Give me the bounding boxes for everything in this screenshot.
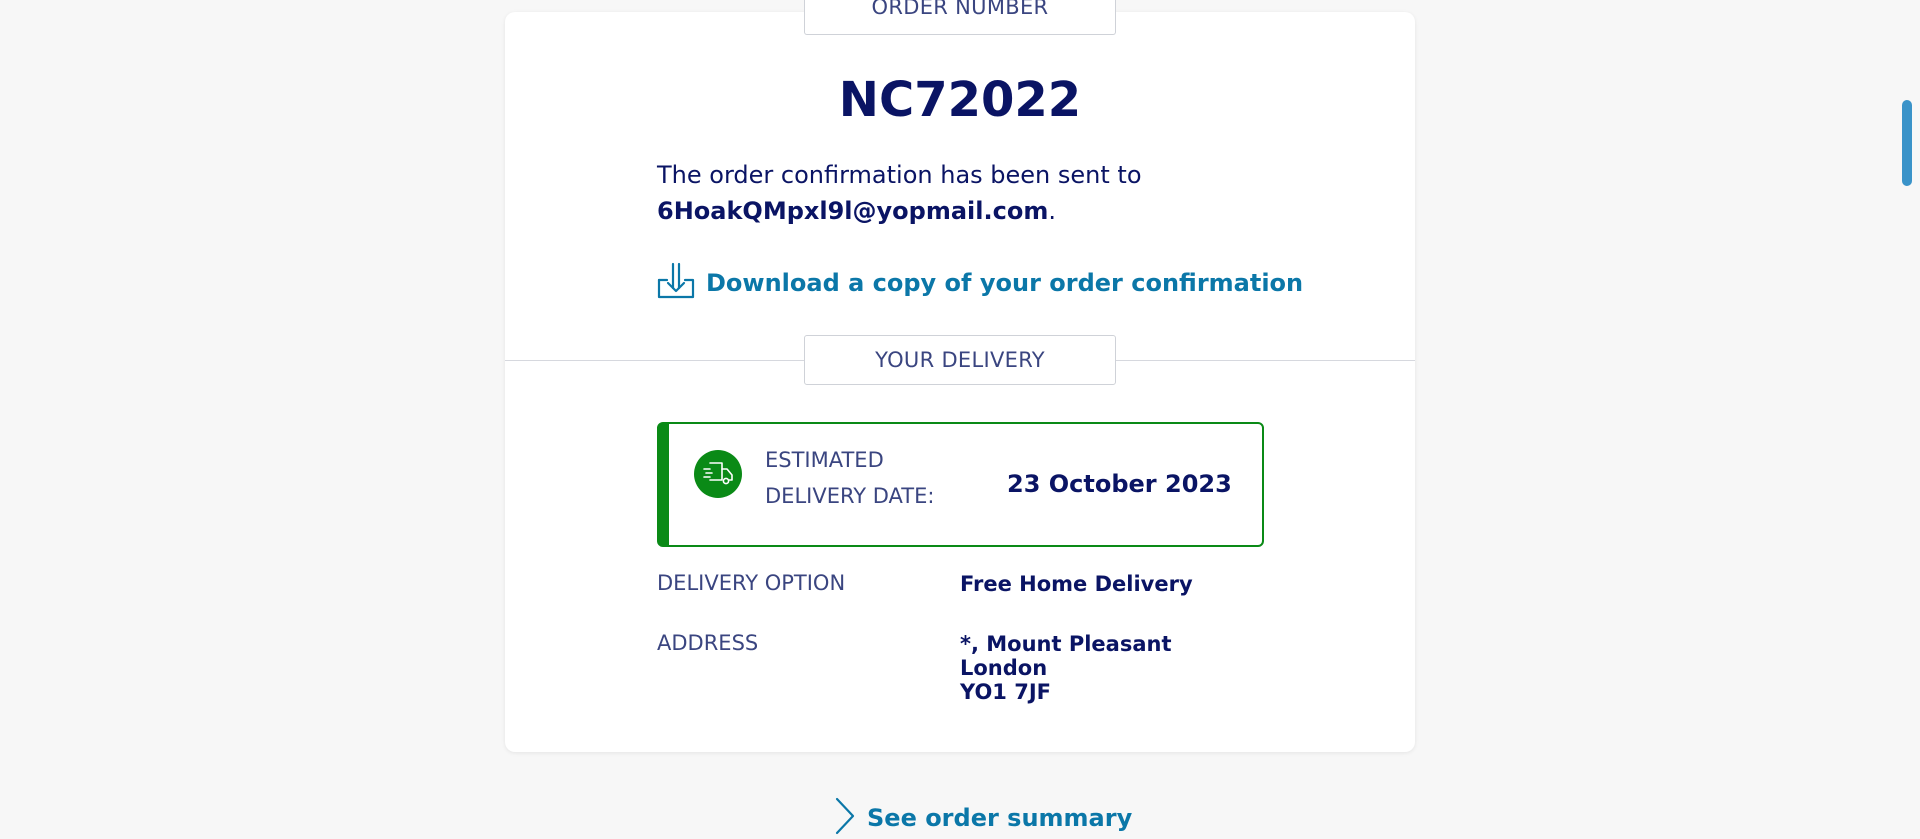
address-label: ADDRESS (657, 631, 759, 655)
confirmation-email: 6HoakQMpxl9l@yopmail.com (657, 197, 1049, 225)
your-delivery-label: YOUR DELIVERY (804, 335, 1116, 385)
order-confirmation-card: ORDER NUMBER NC72022 The order confirmat… (505, 0, 1415, 752)
chevron-right-icon (833, 797, 857, 839)
delivery-option-value: Free Home Delivery (960, 572, 1193, 596)
scrollbar-thumb[interactable] (1902, 100, 1912, 186)
download-confirmation-link[interactable]: Download a copy of your order confirmati… (657, 262, 1303, 304)
address-line-1: *, Mount Pleasant (960, 632, 1172, 656)
see-order-summary-label: See order summary (867, 804, 1133, 832)
delivery-truck-icon (694, 450, 742, 498)
order-number-label-text: ORDER NUMBER (871, 0, 1049, 19)
download-icon (657, 262, 695, 304)
estimated-delivery-date: 23 October 2023 (1007, 470, 1232, 498)
delivery-option-label: DELIVERY OPTION (657, 571, 846, 595)
estimated-delivery-box: ESTIMATED DELIVERY DATE: 23 October 2023 (657, 422, 1264, 547)
download-confirmation-label: Download a copy of your order confirmati… (706, 269, 1304, 297)
order-number: NC72022 (838, 72, 1082, 128)
see-order-summary-link[interactable]: See order summary (833, 797, 1132, 839)
order-number-label: ORDER NUMBER (804, 0, 1116, 35)
estimated-delivery-label: ESTIMATED DELIVERY DATE: (765, 448, 935, 508)
address-value: *, Mount Pleasant London YO1 7JF (960, 632, 1172, 704)
address-line-3: YO1 7JF (960, 680, 1052, 704)
address-line-2: London (960, 656, 1048, 680)
confirmation-text: The order confirmation has been sent to (657, 161, 1142, 189)
confirmation-email-suffix: . (1048, 197, 1056, 225)
confirmation-message: The order confirmation has been sent to … (657, 157, 1297, 229)
